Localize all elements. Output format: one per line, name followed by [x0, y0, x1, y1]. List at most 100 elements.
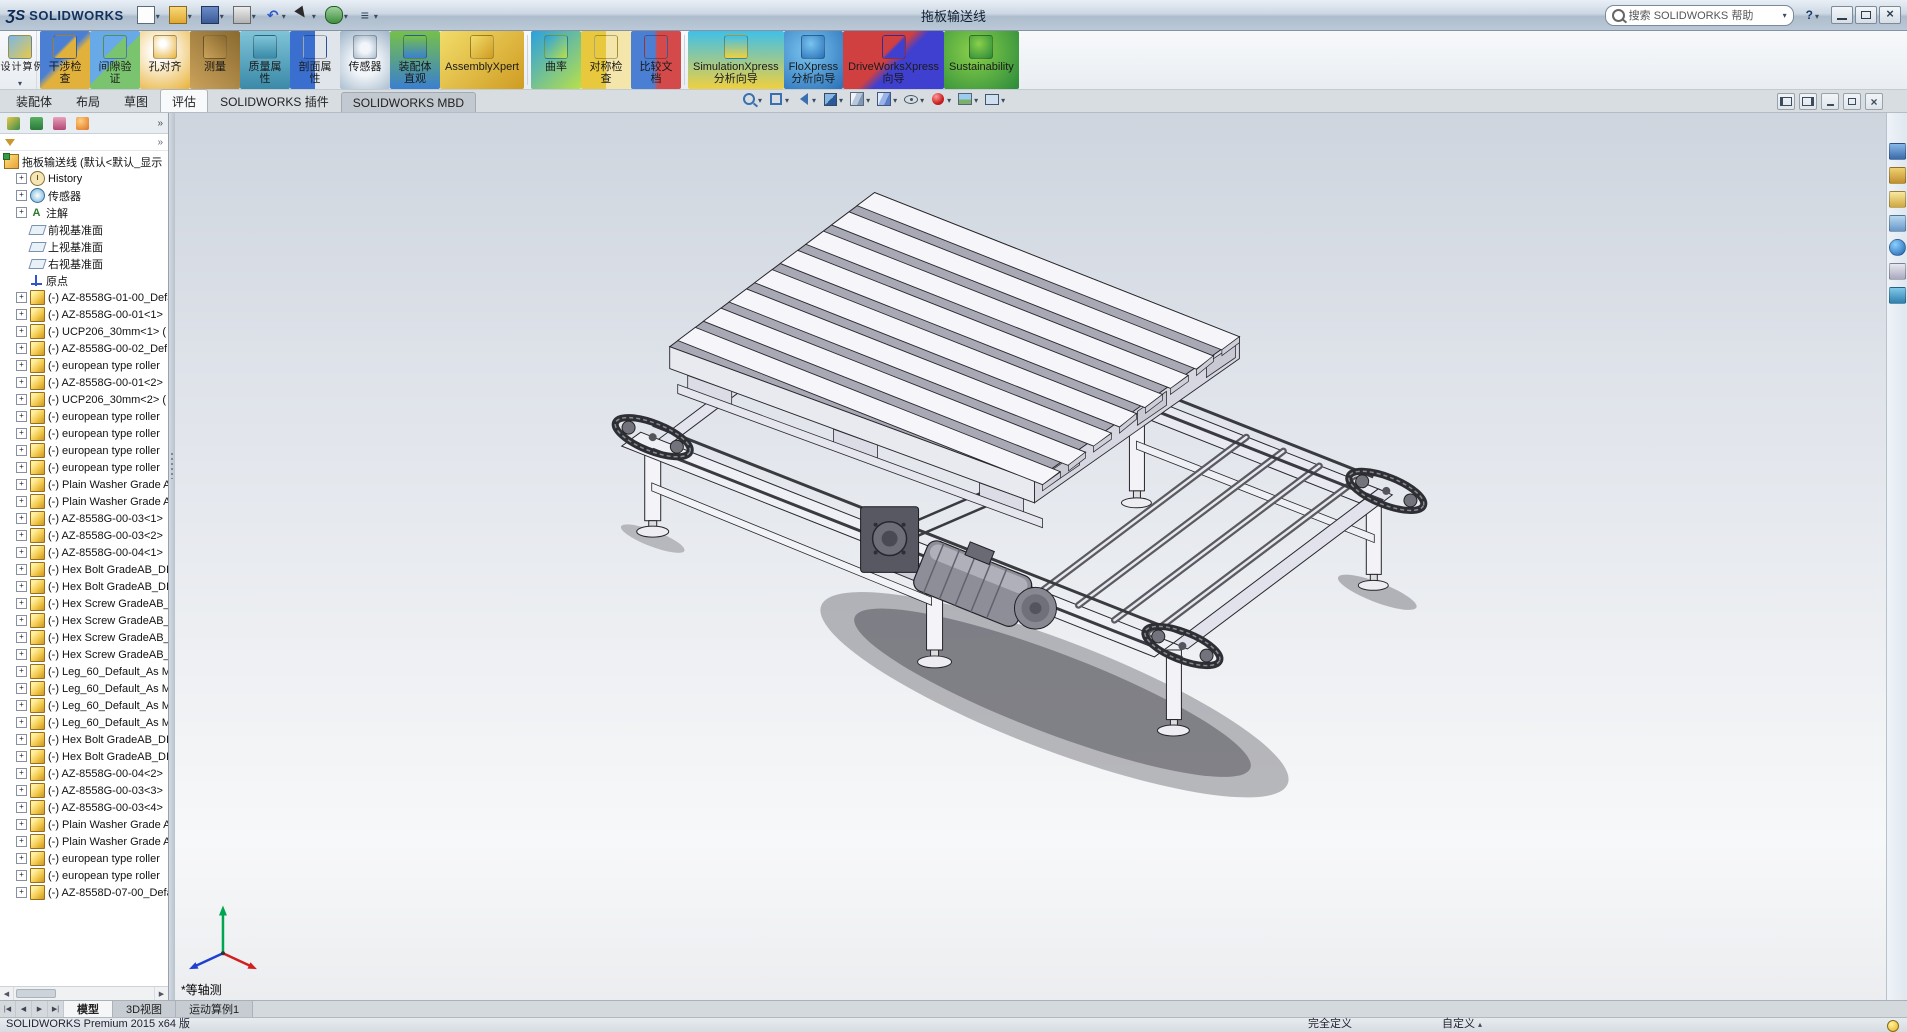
tab-scroll-previous-button[interactable] — [16, 1001, 32, 1017]
expander-icon[interactable]: + — [16, 496, 27, 507]
expander-icon[interactable]: + — [16, 666, 27, 677]
filter-overflow-icon[interactable] — [157, 137, 163, 148]
tree-component-row[interactable]: + (-) Leg_60_Default_As M — [0, 663, 168, 680]
tree-component-row[interactable]: + (-) european type roller — [0, 442, 168, 459]
manager-tab[interactable] — [26, 114, 46, 133]
expander-icon[interactable]: + — [16, 445, 27, 456]
ribbon-button[interactable]: 传感器 — [340, 31, 390, 89]
task-pane-tab-icon[interactable] — [1889, 287, 1906, 304]
expander-icon[interactable]: + — [16, 768, 27, 779]
ribbon-button[interactable]: DriveWorksXpress向导 — [843, 31, 944, 89]
search-input[interactable]: 搜索 SOLIDWORKS 帮助 — [1629, 7, 1779, 23]
command-tab[interactable]: 装配体 — [4, 89, 64, 112]
view-tool-button[interactable] — [823, 92, 843, 106]
tab-scroll-first-button[interactable] — [0, 1001, 16, 1017]
help-button[interactable]: ? — [1802, 7, 1823, 23]
chevron-down-icon[interactable] — [1783, 9, 1787, 21]
tree-item[interactable]: + History — [0, 170, 168, 187]
command-tab[interactable]: SOLIDWORKS 插件 — [208, 89, 341, 112]
tree-component-row[interactable]: + (-) AZ-8558G-00-03<4> — [0, 799, 168, 816]
orientation-triad[interactable] — [189, 906, 257, 970]
ribbon-button[interactable]: FloXpress分析向导 — [784, 31, 844, 89]
tree-component-row[interactable]: + (-) AZ-8558G-00-03<1> — [0, 510, 168, 527]
document-window-button[interactable] — [1865, 93, 1883, 110]
expander-icon[interactable]: + — [16, 326, 27, 337]
expander-icon[interactable]: + — [16, 734, 27, 745]
quick-toolbar-button[interactable] — [166, 4, 195, 26]
manager-tab-overflow-icon[interactable] — [155, 118, 165, 129]
task-pane-tab-icon[interactable] — [1889, 167, 1906, 184]
expander-icon[interactable]: + — [16, 207, 27, 218]
maximize-button[interactable] — [1855, 6, 1877, 24]
expander-icon[interactable]: + — [16, 751, 27, 762]
view-tool-button[interactable] — [877, 92, 897, 106]
design-study-button[interactable]: 设计算例 — [4, 31, 37, 89]
ribbon-button[interactable]: 装配体直观 — [390, 31, 440, 89]
quick-toolbar-button[interactable] — [134, 4, 163, 26]
ribbon-button[interactable]: SimulationXpress分析向导 — [688, 31, 784, 89]
task-pane-tab-icon[interactable] — [1889, 191, 1906, 208]
document-window-button[interactable] — [1843, 93, 1861, 110]
view-tab[interactable]: 运动算例1 — [176, 1001, 253, 1017]
ribbon-button[interactable]: AssemblyXpert — [440, 31, 524, 89]
tree-component-row[interactable]: + (-) Plain Washer Grade A — [0, 476, 168, 493]
command-tab[interactable]: 布局 — [64, 89, 112, 112]
tree-item[interactable]: 前视基准面 — [0, 221, 168, 238]
tree-component-row[interactable]: + (-) Plain Washer Grade A — [0, 833, 168, 850]
tree-component-row[interactable]: + (-) AZ-8558G-00-02_Def — [0, 340, 168, 357]
view-tool-button[interactable] — [769, 92, 789, 106]
tab-scroll-last-button[interactable] — [48, 1001, 64, 1017]
expander-icon[interactable]: + — [16, 428, 27, 439]
command-tab[interactable]: SOLIDWORKS MBD — [341, 92, 476, 112]
document-window-button[interactable] — [1777, 93, 1795, 110]
expander-icon[interactable]: + — [16, 547, 27, 558]
expander-icon[interactable]: + — [16, 394, 27, 405]
command-tab[interactable]: 评估 — [160, 89, 208, 112]
expander-icon[interactable]: + — [16, 309, 27, 320]
expander-icon[interactable]: + — [16, 802, 27, 813]
ribbon-button[interactable]: 对称检查 — [581, 31, 631, 89]
expander-icon[interactable]: + — [16, 360, 27, 371]
expander-icon[interactable]: + — [16, 649, 27, 660]
tree-root-item[interactable]: 拖板输送线 (默认<默认_显示 — [0, 153, 168, 170]
tree-item[interactable]: + 注解 — [0, 204, 168, 221]
manager-tab[interactable] — [3, 114, 23, 133]
tree-component-row[interactable]: + (-) AZ-8558G-00-03<3> — [0, 782, 168, 799]
view-tool-button[interactable] — [931, 92, 951, 106]
expander-icon[interactable]: + — [16, 785, 27, 796]
expander-icon[interactable]: + — [16, 411, 27, 422]
tree-component-row[interactable]: + (-) AZ-8558G-00-04<2> — [0, 765, 168, 782]
tree-item[interactable]: 上视基准面 — [0, 238, 168, 255]
tree-component-row[interactable]: + (-) Hex Bolt GradeAB_DI — [0, 731, 168, 748]
quick-toolbar-button[interactable] — [198, 4, 227, 26]
expander-icon[interactable]: + — [16, 530, 27, 541]
tree-component-row[interactable]: + (-) Hex Screw GradeAB_ — [0, 612, 168, 629]
expander-icon[interactable]: + — [16, 564, 27, 575]
ribbon-button[interactable] — [684, 35, 685, 85]
view-tool-button[interactable] — [742, 92, 762, 106]
tree-component-row[interactable]: + (-) Hex Bolt GradeAB_DI — [0, 561, 168, 578]
tree-component-row[interactable]: + (-) Hex Bolt GradeAB_DI — [0, 578, 168, 595]
tree-component-row[interactable]: + (-) Plain Washer Grade A — [0, 816, 168, 833]
document-window-button[interactable] — [1821, 93, 1839, 110]
tree-component-row[interactable]: + (-) european type roller — [0, 357, 168, 374]
ribbon-button[interactable] — [527, 35, 528, 85]
tree-component-row[interactable]: + (-) european type roller — [0, 459, 168, 476]
manager-tab[interactable] — [49, 114, 69, 133]
tree-component-row[interactable]: + (-) Hex Screw GradeAB_ — [0, 646, 168, 663]
task-pane-tab-icon[interactable] — [1889, 215, 1906, 232]
task-pane-tab-icon[interactable] — [1889, 263, 1906, 280]
ribbon-button[interactable]: 间隙验证 — [90, 31, 140, 89]
model-3d-viewport[interactable] — [175, 113, 1886, 1000]
expander-icon[interactable]: + — [16, 377, 27, 388]
manager-tab[interactable] — [72, 114, 92, 133]
tree-component-row[interactable]: + (-) Leg_60_Default_As M — [0, 714, 168, 731]
scroll-right-button[interactable] — [154, 987, 168, 1000]
expander-icon[interactable]: + — [16, 598, 27, 609]
quick-toolbar-button[interactable] — [230, 4, 259, 26]
tree-component-row[interactable]: + (-) Leg_60_Default_As M — [0, 697, 168, 714]
ribbon-button[interactable]: 干涉检查 — [40, 31, 90, 89]
tree-component-row[interactable]: + (-) Plain Washer Grade A — [0, 493, 168, 510]
close-button[interactable] — [1879, 6, 1901, 24]
expander-icon[interactable]: + — [16, 615, 27, 626]
